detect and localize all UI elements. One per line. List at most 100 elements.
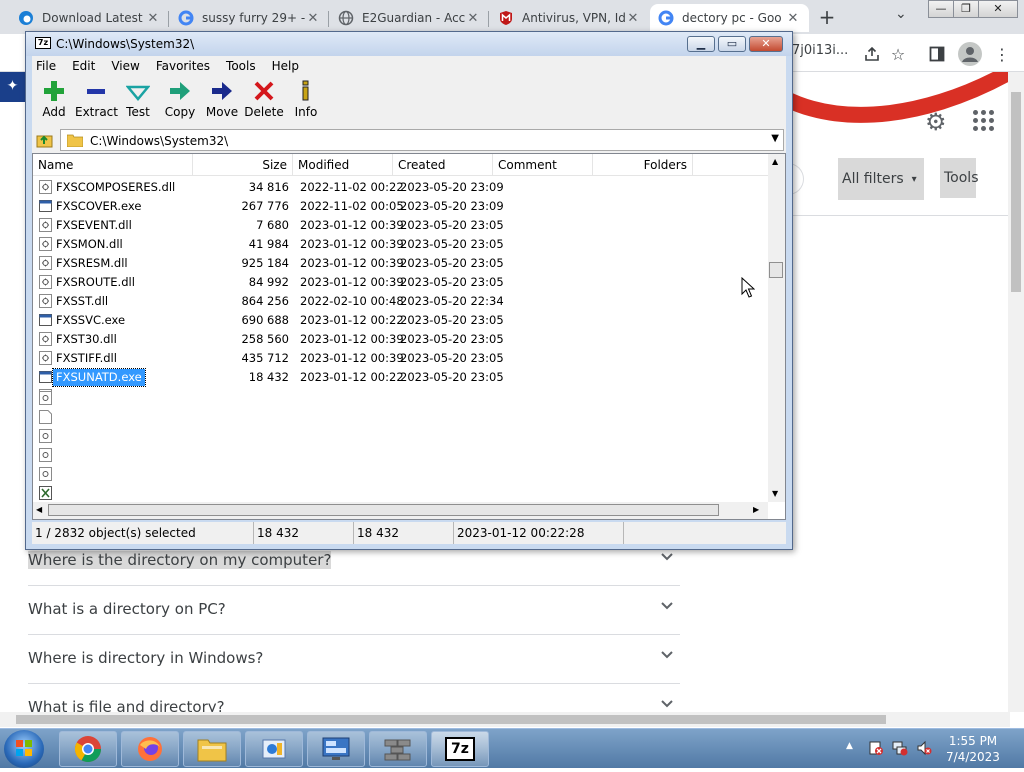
share-icon[interactable] xyxy=(862,44,882,64)
file-name: FXSCOVER.exe xyxy=(56,199,142,213)
tab-search-button[interactable]: ⌄ xyxy=(895,6,907,22)
file-name: FXSUNATD.exe xyxy=(52,368,146,387)
file-row[interactable]: FXSEVENT.dll 7 680 2023-01-12 00:39 2023-05… xyxy=(33,216,768,235)
file-row[interactable]: FXSRESM.dll 925 184 2023-01-12 00:39 2023-0… xyxy=(33,254,768,273)
taskbar-7zip[interactable]: 7z xyxy=(431,731,489,767)
delete-button[interactable]: Delete xyxy=(243,79,285,123)
column-size[interactable]: Size xyxy=(193,154,293,176)
file-row[interactable]: FXSCOMPOSERES.dll 34 816 2022-11-02 00:22 2… xyxy=(33,178,768,197)
sevenzip-titlebar[interactable]: 7z C:\Windows\System32\ ▁ ▭ ✕ xyxy=(26,32,792,56)
move-button[interactable]: Move xyxy=(201,79,243,123)
path-combobox[interactable]: C:\Windows\System32\ ▼ xyxy=(60,129,784,151)
menu-favorites[interactable]: Favorites xyxy=(148,59,218,73)
file-name: FXSCOMPOSERES.dll xyxy=(56,180,176,194)
file-list[interactable]: Name Size Modified Created Comment Folde… xyxy=(32,153,786,520)
tray-expand-arrow[interactable]: ▲ xyxy=(846,741,853,751)
taskbar-clock[interactable]: 1:55 PM 7/4/2023 xyxy=(930,733,1016,765)
google-icon xyxy=(658,10,674,26)
browser-minimize-button[interactable]: — xyxy=(928,0,954,18)
file-size: 41 984 xyxy=(248,237,289,251)
taskbar-firewall[interactable] xyxy=(369,731,427,767)
taskbar-remote-desktop[interactable] xyxy=(307,731,365,767)
taskbar-control-panel[interactable] xyxy=(245,731,303,767)
file-row[interactable]: FXST30.dll 258 560 2023-01-12 00:39 2023-05… xyxy=(33,330,768,349)
copy-button[interactable]: Copy xyxy=(159,79,201,123)
menu-edit[interactable]: Edit xyxy=(64,59,103,73)
browser-tab-5[interactable]: dectory pc - Goo ✕ xyxy=(650,4,809,32)
file-row[interactable]: FXSUNATD.exe 18 432 2023-01-12 00:22 2023-0… xyxy=(33,368,768,387)
side-panel-icon[interactable] xyxy=(927,44,947,64)
column-folders[interactable]: Folders xyxy=(593,154,693,176)
scroll-right-icon[interactable]: ▶ xyxy=(753,505,759,514)
gear-icon[interactable]: ⚙ xyxy=(925,108,947,136)
scroll-down-icon[interactable]: ▼ xyxy=(772,489,778,498)
related-question[interactable]: What is file and directory? xyxy=(28,684,680,712)
related-question[interactable]: What is a directory on PC? xyxy=(28,586,680,635)
taskbar-chrome[interactable] xyxy=(59,731,117,767)
close-icon[interactable]: ✕ xyxy=(785,11,801,26)
info-button[interactable]: Info xyxy=(285,79,327,123)
browser-menu-icon[interactable]: ⋮ xyxy=(992,44,1012,64)
start-button[interactable] xyxy=(4,730,44,768)
file-row[interactable]: FXSROUTE.dll 84 992 2023-01-12 00:39 2023-0… xyxy=(33,273,768,292)
scrollbar-thumb[interactable] xyxy=(1011,92,1021,292)
extract-button[interactable]: Extract xyxy=(75,79,118,123)
new-tab-button[interactable]: + xyxy=(816,5,838,29)
menu-view[interactable]: View xyxy=(103,59,147,73)
browser-restore-button[interactable]: ❐ xyxy=(953,0,979,18)
add-button[interactable]: Add xyxy=(33,79,75,123)
page-vertical-scrollbar[interactable] xyxy=(1008,72,1024,712)
sevenzip-icon: 7z xyxy=(445,737,475,761)
bookmark-star-icon[interactable]: ☆ xyxy=(888,44,908,64)
chevron-down-icon xyxy=(660,600,674,615)
file-row-partial[interactable] xyxy=(33,387,768,394)
scrollbar-thumb[interactable] xyxy=(48,504,719,516)
browser-tab-3[interactable]: E2Guardian - Acce ✕ xyxy=(330,4,489,32)
taskbar-firefox[interactable] xyxy=(121,731,179,767)
menu-file[interactable]: File xyxy=(32,59,64,73)
up-folder-icon[interactable] xyxy=(36,131,54,149)
close-icon[interactable]: ✕ xyxy=(465,11,481,26)
sevenzip-app-icon: 7z xyxy=(35,37,51,49)
page-horizontal-scrollbar[interactable] xyxy=(0,712,1010,727)
apps-grid-icon[interactable] xyxy=(973,110,995,132)
close-icon[interactable]: ✕ xyxy=(305,11,321,26)
file-row[interactable]: FXSSVC.exe 690 688 2023-01-12 00:22 2023-05… xyxy=(33,311,768,330)
action-center-icon[interactable] xyxy=(868,740,884,759)
browser-tab-2[interactable]: sussy furry 29+ - G ✕ xyxy=(170,4,329,32)
menu-help[interactable]: Help xyxy=(264,59,307,73)
network-icon[interactable] xyxy=(892,740,908,759)
file-list-horizontal-scrollbar[interactable]: ◀ ▶ xyxy=(33,502,768,519)
browser-tab-4[interactable]: Antivirus, VPN, Ide ✕ xyxy=(490,4,649,32)
column-created[interactable]: Created xyxy=(393,154,493,176)
scrollbar-thumb[interactable] xyxy=(769,262,783,278)
column-name[interactable]: Name xyxy=(33,154,193,176)
menu-tools[interactable]: Tools xyxy=(218,59,264,73)
copy-icon xyxy=(159,79,201,103)
maximize-button[interactable]: ▭ xyxy=(718,36,746,52)
profile-avatar[interactable] xyxy=(958,42,982,66)
taskbar-explorer[interactable] xyxy=(183,731,241,767)
close-button[interactable]: ✕ xyxy=(749,36,783,52)
column-comment[interactable]: Comment xyxy=(493,154,593,176)
file-row[interactable]: FXSTIFF.dll 435 712 2023-01-12 00:39 2023-0… xyxy=(33,349,768,368)
close-icon[interactable]: ✕ xyxy=(145,11,161,26)
file-row[interactable]: FXSCOVER.exe 267 776 2022-11-02 00:05 2023-… xyxy=(33,197,768,216)
browser-tab-1[interactable]: Download Latest ✕ xyxy=(10,4,169,32)
tools-button[interactable]: Tools xyxy=(940,158,979,198)
related-question[interactable]: Where is directory in Windows? xyxy=(28,635,680,684)
file-row[interactable]: FXSMON.dll 41 984 2023-01-12 00:39 2023-05-… xyxy=(33,235,768,254)
minimize-button[interactable]: ▁ xyxy=(687,36,715,52)
scroll-left-icon[interactable]: ◀ xyxy=(36,505,42,514)
scroll-up-icon[interactable]: ▲ xyxy=(772,157,778,166)
file-row[interactable]: FXSST.dll 864 256 2022-02-10 00:48 2023-05-… xyxy=(33,292,768,311)
close-icon[interactable]: ✕ xyxy=(625,11,641,26)
scrollbar-thumb[interactable] xyxy=(16,715,886,724)
test-button[interactable]: Test xyxy=(117,79,159,123)
column-modified[interactable]: Modified xyxy=(293,154,393,176)
file-list-vertical-scrollbar[interactable]: ▲ ▼ xyxy=(768,154,785,502)
browser-close-button[interactable]: ✕ xyxy=(978,0,1018,18)
address-bar-text[interactable]: 7j0i13i... xyxy=(792,43,848,58)
chevron-down-icon[interactable]: ▼ xyxy=(771,133,779,144)
all-filters-button[interactable]: All filters ▾ xyxy=(838,158,924,200)
